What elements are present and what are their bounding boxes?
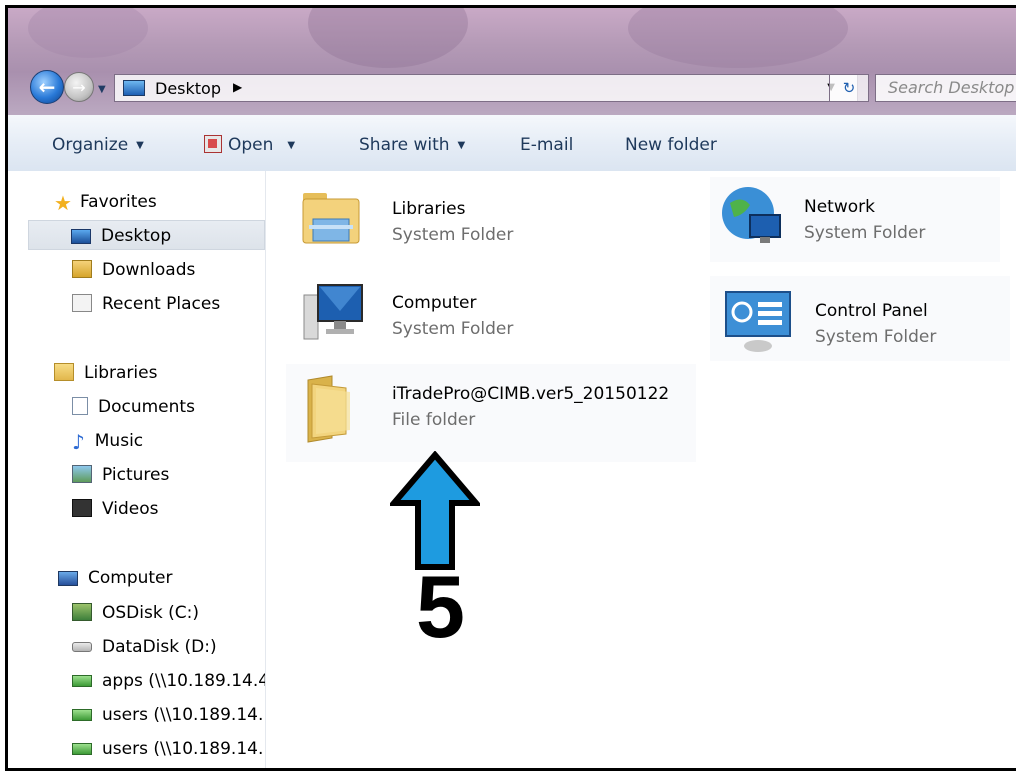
command-bar: Organize ▼ Open ▼ Share with ▼ E-mail New f… [8,115,1016,172]
nav-item-network-users-1[interactable]: users (\\10.189.14. [72,700,265,730]
open-button[interactable]: Open ▼ [204,135,295,155]
computer-icon [300,281,366,343]
nav-item-videos[interactable]: Videos [72,494,159,524]
nav-item-label: OSDisk (C:) [102,603,199,623]
music-icon: ♪ [72,430,85,454]
desktop-icon [71,229,91,244]
annotation-up-arrow [387,450,483,571]
item-type: File folder [392,410,476,430]
drive-icon [72,603,92,621]
nav-item-label: Desktop [101,226,172,246]
annotation-step-number: 5 [416,557,465,656]
back-arrow-icon: ← [38,75,56,99]
item-computer[interactable]: Computer System Folder [286,271,686,356]
recent-pages-dropdown[interactable]: ▼ [98,84,106,95]
chevron-down-icon: ▼ [136,140,144,151]
recent-places-icon [72,294,92,312]
share-with-label: Share with [359,135,450,155]
nav-item-documents[interactable]: Documents [72,392,195,422]
open-app-icon [204,135,222,153]
nav-item-downloads[interactable]: Downloads [72,255,195,285]
nav-libraries[interactable]: Libraries [54,358,157,388]
email-button[interactable]: E-mail [520,135,573,155]
nav-item-label: Recent Places [102,294,221,314]
nav-item-label: apps (\\10.189.14.4 [102,671,265,691]
nav-item-label: DataDisk (D:) [102,637,217,657]
wallpaper-swirl [308,8,468,68]
documents-icon [72,397,88,415]
drive-icon [72,642,92,652]
chevron-down-icon: ▼ [457,140,466,151]
network-drive-icon [72,709,92,721]
item-control-panel[interactable]: Control Panel System Folder [710,276,1010,361]
nav-item-music[interactable]: ♪ Music [72,426,143,456]
nav-item-osdisk[interactable]: OSDisk (C:) [72,598,199,628]
nav-libraries-label: Libraries [84,363,158,383]
breadcrumb-chevron-icon[interactable]: ▶ [233,80,242,94]
refresh-button[interactable]: ↻ [829,74,869,102]
item-name: iTradePro@CIMB.ver5_20150122 [392,384,670,404]
nav-item-network-apps[interactable]: apps (\\10.189.14.4 [72,666,265,696]
downloads-icon [72,260,92,278]
nav-favorites[interactable]: ★ Favorites [54,187,157,217]
item-libraries[interactable]: Libraries System Folder [286,177,686,262]
explorer-window: ← → ▼ Desktop ▶ ▼ ↻ Search Desktop Organ… [5,5,1016,771]
nav-item-recent-places[interactable]: Recent Places [72,289,220,319]
item-network[interactable]: Network System Folder [710,177,1000,262]
open-label: Open [228,135,274,155]
nav-item-datadisk[interactable]: DataDisk (D:) [72,632,217,662]
new-folder-button[interactable]: New folder [625,135,717,155]
nav-item-label: users (\\10.189.14. [102,739,264,759]
item-name: Libraries [392,199,466,219]
videos-icon [72,499,92,517]
libraries-folder-icon [301,189,361,247]
network-drive-icon [72,675,92,687]
nav-item-desktop[interactable]: Desktop [28,220,265,250]
wallpaper-swirl [628,8,848,68]
star-icon: ★ [54,191,72,215]
nav-item-label: Videos [102,499,159,519]
control-panel-icon [722,288,794,354]
network-drive-icon [72,743,92,755]
organize-label: Organize [52,135,129,155]
address-field[interactable]: Desktop ▶ ▼ [114,74,858,102]
item-type: System Folder [392,319,514,339]
item-type: System Folder [815,327,937,347]
nav-computer-label: Computer [88,568,173,588]
item-type: System Folder [804,223,926,243]
refresh-icon: ↻ [842,79,856,97]
nav-item-label: Downloads [102,260,196,280]
nav-computer[interactable]: Computer [58,563,173,593]
forward-button[interactable]: → [64,72,94,102]
network-globe-icon [720,185,786,251]
item-name: Network [804,197,875,217]
desktop-icon [123,80,145,96]
libraries-icon [54,363,74,381]
back-button[interactable]: ← [30,70,64,104]
nav-favorites-label: Favorites [79,192,157,212]
search-input[interactable]: Search Desktop [875,74,1016,102]
nav-item-label: users (\\10.189.14. [102,705,264,725]
breadcrumb-desktop[interactable]: Desktop [155,79,221,98]
folder-icon [302,374,360,444]
navigation-pane: ★ Favorites Desktop Downloads Recent Plac… [8,171,266,768]
item-name: Control Panel [815,301,928,321]
nav-item-label: Music [94,431,144,451]
item-type: System Folder [392,225,514,245]
item-itradepro-folder[interactable]: iTradePro@CIMB.ver5_20150122 File folder [286,364,696,462]
computer-icon [58,571,78,586]
nav-item-network-users-2[interactable]: users (\\10.189.14. [72,734,265,764]
nav-item-label: Documents [98,397,195,417]
nav-item-label: Pictures [102,465,170,485]
nav-item-pictures[interactable]: Pictures [72,460,169,490]
organize-menu[interactable]: Organize ▼ [52,135,144,155]
content-pane: Libraries System Folder Network System F… [266,171,1016,768]
address-bar-area: ← → ▼ Desktop ▶ ▼ ↻ Search Desktop [8,8,1016,115]
forward-arrow-icon: → [72,77,86,97]
item-name: Computer [392,293,477,313]
share-with-menu[interactable]: Share with ▼ [359,135,465,155]
wallpaper-swirl [28,8,148,58]
chevron-down-icon: ▼ [287,140,296,151]
pictures-icon [72,465,92,483]
